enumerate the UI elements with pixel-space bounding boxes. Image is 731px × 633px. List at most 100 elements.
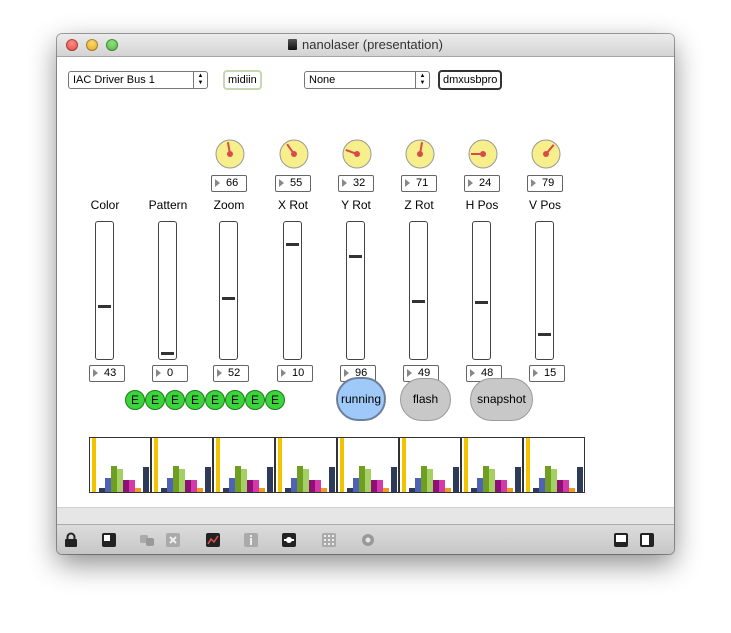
pattern-thumbnail[interactable] — [461, 437, 523, 493]
e-button[interactable]: E — [185, 390, 205, 410]
e-button[interactable]: E — [205, 390, 225, 410]
dmx-device-menu[interactable]: None ▲ ▼ — [304, 71, 430, 89]
title-bar[interactable]: nanolaser (presentation) — [57, 34, 674, 57]
presentation-icon[interactable] — [101, 532, 117, 548]
pattern-thumbnail[interactable] — [275, 437, 337, 493]
info-icon[interactable] — [243, 532, 259, 548]
e-button[interactable]: E — [245, 390, 265, 410]
flash-button[interactable]: flash — [400, 378, 451, 421]
param-slider[interactable] — [219, 221, 238, 360]
document-icon — [288, 39, 298, 50]
triangle-icon — [405, 179, 410, 187]
midiin-object[interactable]: midiin — [223, 70, 262, 90]
slider-thumb[interactable] — [98, 305, 111, 308]
pattern-thumbnail[interactable] — [151, 437, 213, 493]
pattern-thumbnail[interactable] — [523, 437, 585, 493]
connect-icon[interactable] — [281, 532, 297, 548]
midi-device-menu[interactable]: IAC Driver Bus 1 ▲ ▼ — [68, 71, 208, 89]
dial-number-box[interactable]: 32 — [338, 175, 374, 192]
pattern-bar — [92, 438, 96, 492]
lock-icon[interactable] — [63, 532, 79, 548]
pattern-bar — [205, 467, 211, 492]
triangle-icon — [533, 369, 538, 377]
pattern-bar — [143, 467, 149, 492]
dmxusbpro-object[interactable]: dmxusbpro — [438, 70, 503, 90]
triangle-icon — [531, 179, 536, 187]
right-panel-icon[interactable] — [639, 532, 655, 548]
dial-knob[interactable] — [215, 139, 245, 169]
e-button[interactable]: E — [165, 390, 185, 410]
slider-thumb[interactable] — [475, 301, 488, 304]
param-value: 52 — [228, 367, 241, 379]
param-slider[interactable] — [472, 221, 491, 360]
param-number-box[interactable]: 52 — [213, 365, 249, 382]
e-button[interactable]: E — [265, 390, 285, 410]
slider-thumb[interactable] — [538, 333, 551, 336]
snapshot-button[interactable]: snapshot — [470, 378, 533, 421]
param-label: Y Rot — [341, 198, 371, 212]
dial-knob[interactable] — [531, 139, 561, 169]
triangle-icon — [215, 179, 220, 187]
param-slider[interactable] — [158, 221, 177, 360]
param-label: Color — [90, 198, 120, 212]
dial-knob[interactable] — [405, 139, 435, 169]
slider-thumb[interactable] — [412, 300, 425, 303]
param-number-box[interactable]: 10 — [277, 365, 313, 382]
dial-knob[interactable] — [342, 139, 372, 169]
close-box-icon[interactable] — [165, 532, 181, 548]
triangle-icon — [342, 179, 347, 187]
param-number-box[interactable]: 15 — [529, 365, 565, 382]
dial-knob[interactable] — [468, 139, 498, 169]
window-title-wrap: nanolaser (presentation) — [57, 37, 674, 52]
dial-number-box[interactable]: 71 — [401, 175, 437, 192]
slider-thumb[interactable] — [286, 243, 299, 246]
dial-knob[interactable] — [279, 139, 309, 169]
triangle-icon — [217, 369, 222, 377]
presentation-canvas: IAC Driver Bus 1 ▲ ▼ midiin None ▲ ▼ dmxus… — [57, 57, 674, 507]
param-label: Z Rot — [404, 198, 434, 212]
pattern-bar — [321, 488, 327, 492]
slider-thumb[interactable] — [161, 352, 174, 355]
patcher-icons-icon[interactable] — [139, 532, 155, 548]
patcher-toolbar — [57, 524, 674, 554]
param-slider[interactable] — [95, 221, 114, 360]
dial-number-box[interactable]: 24 — [464, 175, 500, 192]
pattern-thumbnail[interactable] — [89, 437, 151, 493]
running-toggle[interactable]: running — [336, 377, 386, 421]
grid-icon[interactable] — [321, 532, 337, 548]
patcher-window: nanolaser (presentation) IAC Driver Bus … — [57, 34, 674, 554]
pattern-bar — [329, 467, 335, 492]
gear-icon[interactable] — [360, 532, 376, 548]
left-panel-icon[interactable] — [613, 532, 629, 548]
pattern-bar — [526, 438, 530, 492]
param-number-box[interactable]: 0 — [152, 365, 188, 382]
pattern-bar — [507, 488, 513, 492]
pattern-thumbnail[interactable] — [337, 437, 399, 493]
pattern-bar — [197, 488, 203, 492]
slider-thumb[interactable] — [222, 297, 235, 300]
e-button[interactable]: E — [125, 390, 145, 410]
param-slider[interactable] — [409, 221, 428, 360]
pattern-thumbnail[interactable] — [213, 437, 275, 493]
dial-number-box[interactable]: 55 — [275, 175, 311, 192]
pattern-bar — [267, 467, 273, 492]
param-slider[interactable] — [346, 221, 365, 360]
dial-number-box[interactable]: 79 — [527, 175, 563, 192]
dial-number-box[interactable]: 66 — [211, 175, 247, 192]
param-label: Pattern — [148, 198, 188, 212]
e-button[interactable]: E — [225, 390, 245, 410]
pattern-bar — [259, 488, 265, 492]
param-number-box[interactable]: 43 — [89, 365, 125, 382]
param-slider[interactable] — [535, 221, 554, 360]
param-slider[interactable] — [283, 221, 302, 360]
debug-icon[interactable] — [205, 532, 221, 548]
param-value: 43 — [104, 367, 117, 379]
e-button[interactable]: E — [145, 390, 165, 410]
param-label: X Rot — [277, 198, 308, 212]
triangle-icon — [344, 369, 349, 377]
dial-value: 66 — [226, 177, 239, 189]
pattern-thumbnail[interactable] — [399, 437, 461, 493]
slider-thumb[interactable] — [349, 255, 362, 258]
pattern-bar — [340, 438, 344, 492]
pattern-bar — [515, 467, 521, 492]
